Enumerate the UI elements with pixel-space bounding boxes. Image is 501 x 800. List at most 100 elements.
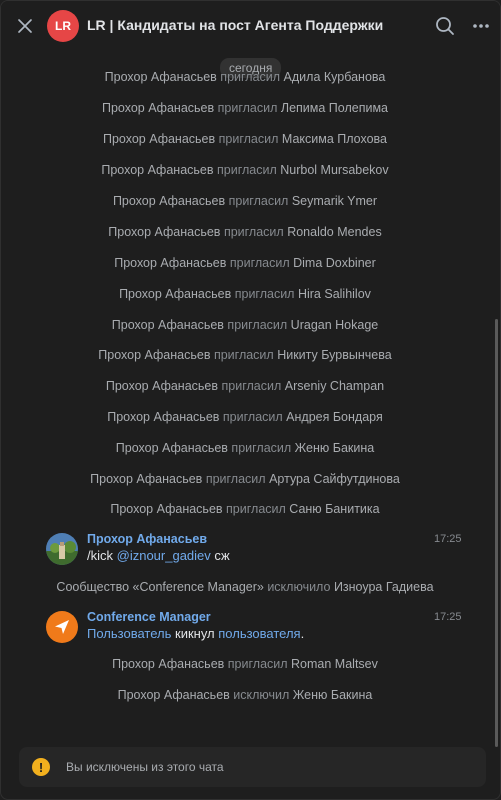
close-icon [18,19,32,33]
event-verb: пригласил [234,287,295,301]
chat-header: LR LR | Кандидаты на пост Агента Поддерж… [1,1,500,51]
user-link[interactable]: пользователя [218,626,300,641]
event-verb: пригласил [222,410,283,424]
system-event: Прохор Афанасьев пригласил Dima Doxbiner [1,256,489,270]
message-text: Пользователь кикнул пользователя. [87,626,304,641]
event-verb: пригласил [213,348,274,362]
event-target[interactable]: Nurbol Mursabekov [280,163,388,177]
message-middle: кикнул [175,626,215,641]
event-verb: пригласил [220,70,281,84]
system-event: Прохор Афанасьев пригласил Arseniy Champ… [1,379,489,393]
kick-command: /kick [87,548,113,563]
user-link[interactable]: Пользователь [87,626,171,641]
event-target[interactable]: Лепима Полепима [281,101,388,115]
chat-window: LR LR | Кандидаты на пост Агента Поддерж… [0,0,501,800]
system-event: Прохор Афанасьев пригласил Nurbol Mursab… [1,163,489,177]
event-actor[interactable]: Прохор Афанасьев [112,657,224,671]
event-target[interactable]: Женю Бакина [295,441,375,455]
system-event: Сообщество «Conference Manager» исключил… [1,580,489,594]
event-actor[interactable]: Прохор Афанасьев [119,287,231,301]
event-actor[interactable]: Прохор Афанасьев [106,379,218,393]
system-event: Прохор Афанасьев исключил Женю Бакина [1,688,489,702]
event-verb: пригласил [217,163,277,177]
event-verb: пригласил [217,101,278,115]
avatar-photo [46,533,78,565]
event-actor[interactable]: Прохор Афанасьев [113,194,225,208]
message-history[interactable]: сегодня Прохор Афанасьев пригласил Адила… [1,51,500,741]
close-button[interactable] [13,14,37,38]
event-actor[interactable]: Прохор Афанасьев [105,70,217,84]
user-mention-link[interactable]: @iznour_gadiev [117,548,211,563]
system-event: Прохор Афанасьев пригласил Женю Бакина [1,441,489,455]
event-target[interactable]: Максима Плохова [282,132,387,146]
system-event: Прохор Афанасьев пригласил Лепима Полепи… [1,101,489,115]
event-verb: пригласил [218,132,279,146]
chat-title[interactable]: LR | Кандидаты на пост Агента Поддержки [87,17,383,33]
scrollbar[interactable] [495,319,498,747]
event-target[interactable]: Андрея Бондаря [286,410,383,424]
event-target[interactable]: Адила Курбанова [284,70,386,84]
system-event: Прохор Афанасьев пригласил Hira Salihilo… [1,287,489,301]
system-event: Прохор Афанасьев пригласил Roman Maltsev [1,657,489,671]
message-author[interactable]: Прохор Афанасьев [87,532,207,546]
event-verb: пригласил [229,256,290,270]
message-time[interactable]: 17:25 [434,611,462,623]
event-actor[interactable]: Прохор Афанасьев [112,318,224,332]
event-target[interactable]: Изноура Гадиева [334,580,434,594]
info-icon: ! [32,758,50,776]
event-actor[interactable]: Прохор Афанасьев [90,472,202,486]
system-event: Прохор Афанасьев пригласил Саню Банитика [1,502,489,516]
event-verb: пригласил [205,472,266,486]
event-actor[interactable]: Прохор Афанасьев [102,101,214,115]
system-event: Прохор Афанасьев пригласил Никиту Бурвын… [1,348,489,362]
event-target[interactable]: Uragan Hokage [291,318,379,332]
more-options-button[interactable] [469,14,493,38]
user-avatar[interactable] [46,533,78,565]
system-event: Прохор Афанасьев пригласил Андрея Бондар… [1,410,489,424]
event-target[interactable]: Женю Бакина [293,688,373,702]
event-actor[interactable]: Прохор Афанасьев [107,410,219,424]
event-actor[interactable]: Прохор Афанасьев [118,688,230,702]
event-actor[interactable]: Прохор Афанасьев [114,256,226,270]
message-suffix: сж [214,548,230,563]
event-target[interactable]: Arseniy Champan [285,379,384,393]
search-icon [436,17,454,35]
event-target[interactable]: Саню Банитика [289,502,379,516]
event-verb: пригласил [227,657,288,671]
system-event: Прохор Афанасьев пригласил Артура Сайфут… [1,472,489,486]
event-verb: пригласил [228,194,289,208]
event-verb: исключило [267,580,331,594]
event-target[interactable]: Seymarik Ymer [292,194,377,208]
event-verb: пригласил [223,225,284,239]
message-end: . [300,626,305,641]
event-target[interactable]: Dima Doxbiner [293,256,376,270]
event-target[interactable]: Никиту Бурвынчева [277,348,391,362]
event-actor[interactable]: Прохор Афанасьев [103,132,215,146]
paper-plane-icon [55,620,69,634]
message-author[interactable]: Conference Manager [87,610,211,624]
kicked-notice-text: Вы исключены из этого чата [66,760,224,774]
event-actor[interactable]: Прохор Афанасьев [116,441,228,455]
event-target[interactable]: Hira Salihilov [298,287,371,301]
event-verb: пригласил [227,318,288,332]
event-target[interactable]: Roman Maltsev [291,657,378,671]
event-actor[interactable]: Сообщество «Conference Manager» [56,580,263,594]
message-time[interactable]: 17:25 [434,533,462,545]
bot-avatar[interactable] [46,611,78,643]
chat-avatar[interactable]: LR [47,10,79,42]
event-actor[interactable]: Прохор Афанасьев [108,225,220,239]
system-event: Прохор Афанасьев пригласил Ronaldo Mende… [1,225,489,239]
system-event: Прохор Афанасьев пригласил Максима Плохо… [1,132,489,146]
event-target[interactable]: Артура Сайфутдинова [269,472,400,486]
event-actor[interactable]: Прохор Афанасьев [110,502,222,516]
kicked-notice: ! Вы исключены из этого чата [19,747,486,787]
event-verb: пригласил [231,441,292,455]
event-verb: пригласил [221,379,282,393]
event-target[interactable]: Ronaldo Mendes [287,225,382,239]
message-text: /kick @iznour_gadiev сж [87,548,230,563]
event-actor[interactable]: Прохор Афанасьев [98,348,210,362]
system-event: Прохор Афанасьев пригласил Seymarik Ymer [1,194,489,208]
event-verb: пригласил [226,502,286,516]
search-button[interactable] [433,14,457,38]
event-actor[interactable]: Прохор Афанасьев [101,163,213,177]
